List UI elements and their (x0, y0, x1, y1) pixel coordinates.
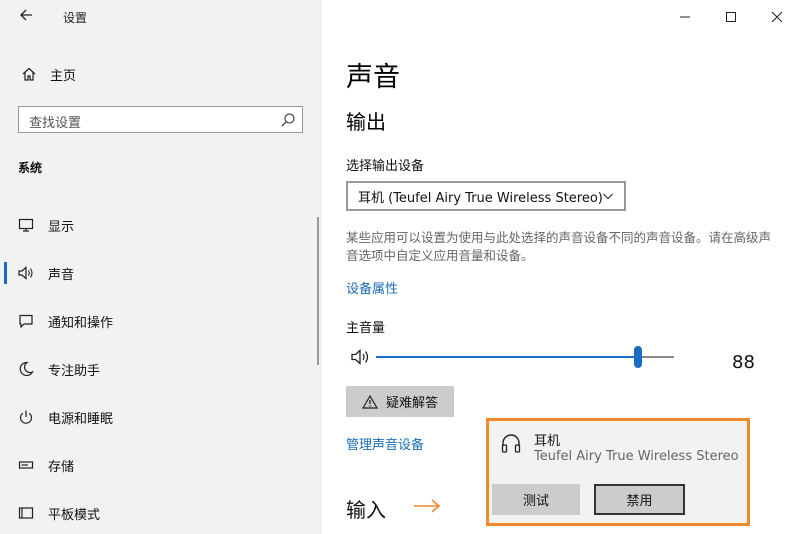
power-icon (14, 405, 38, 429)
help-text: 某些应用可以设置为使用与此处选择的声音设备不同的声音设备。请在高级声音选项中自定… (346, 230, 772, 263)
sidebar: 设置 主页 查找设置 系统 显示 声音 通知和操作 专注助手 电源和睡眠 存储 … (0, 0, 322, 534)
sidebar-item-power[interactable]: 电源和睡眠 (0, 397, 318, 437)
sidebar-item-label: 平板模式 (48, 507, 101, 523)
volume-value: 88 (732, 352, 755, 373)
manage-sound-devices-link[interactable]: 管理声音设备 (346, 434, 424, 453)
tablet-icon (14, 501, 38, 525)
volume-icon[interactable] (350, 348, 372, 366)
output-device-dropdown[interactable]: 耳机 (Teufel Airy True Wireless Stereo) (346, 181, 626, 211)
notification-icon (14, 309, 38, 333)
device-popup: 耳机 Teufel Airy True Wireless Stereo 测试 禁… (486, 418, 750, 526)
home-icon (17, 62, 41, 86)
home-label: 主页 (50, 68, 77, 84)
home-nav-item[interactable]: 主页 (12, 62, 76, 86)
sidebar-item-label: 通知和操作 (48, 315, 114, 331)
minimize-button[interactable] (662, 2, 708, 32)
page-title: 声音 (346, 62, 400, 93)
close-button[interactable] (754, 2, 800, 32)
section-title: 系统 (18, 161, 43, 175)
storage-icon (14, 453, 38, 477)
sidebar-item-label: 电源和睡眠 (48, 411, 114, 427)
search-input[interactable]: 查找设置 (18, 106, 303, 133)
sidebar-item-label: 专注助手 (48, 363, 101, 379)
test-button[interactable]: 测试 (492, 484, 580, 515)
disable-button[interactable]: 禁用 (594, 484, 685, 515)
minimize-icon (680, 16, 690, 18)
sidebar-item-tablet-mode[interactable]: 平板模式 (0, 493, 318, 533)
sidebar-item-label: 显示 (48, 219, 75, 235)
maximize-icon (726, 12, 736, 22)
output-section-title: 输出 (346, 110, 386, 134)
sidebar-item-notifications[interactable]: 通知和操作 (0, 301, 318, 341)
moon-icon (14, 357, 38, 381)
input-section-title: 输入 (346, 498, 386, 522)
troubleshoot-button[interactable]: 疑难解答 (346, 386, 454, 417)
search-icon (281, 113, 295, 127)
headphones-icon (501, 434, 521, 453)
output-device-label: 选择输出设备 (346, 159, 425, 174)
volume-slider[interactable] (376, 356, 674, 358)
sidebar-item-sound[interactable]: 声音 (0, 253, 318, 293)
popup-device-desc: Teufel Airy True Wireless Stereo (534, 449, 739, 464)
back-button[interactable] (10, 4, 42, 30)
chevron-down-icon (603, 193, 613, 200)
troubleshoot-label: 疑难解答 (385, 396, 438, 411)
selected-device: 耳机 (Teufel Airy True Wireless Stereo) (358, 190, 603, 206)
sidebar-item-storage[interactable]: 存储 (0, 445, 318, 485)
device-properties-link[interactable]: 设备属性 (346, 278, 398, 297)
search-placeholder: 查找设置 (29, 116, 82, 131)
volume-slider-fill (376, 356, 638, 358)
warning-icon (361, 394, 378, 409)
sidebar-item-label: 存储 (48, 459, 75, 475)
volume-slider-thumb[interactable] (634, 346, 642, 368)
arrow-right-icon (414, 499, 441, 513)
master-volume-label: 主音量 (346, 321, 386, 336)
popup-device-name: 耳机 (534, 434, 561, 449)
sidebar-item-display[interactable]: 显示 (0, 205, 318, 245)
close-icon (771, 11, 783, 23)
speaker-icon (14, 261, 38, 285)
app-title: 设置 (63, 11, 88, 25)
maximize-button[interactable] (708, 2, 754, 32)
back-arrow-icon (20, 9, 32, 21)
sidebar-item-label: 声音 (48, 267, 75, 283)
sidebar-item-focus-assist[interactable]: 专注助手 (0, 349, 318, 389)
monitor-icon (14, 213, 38, 237)
